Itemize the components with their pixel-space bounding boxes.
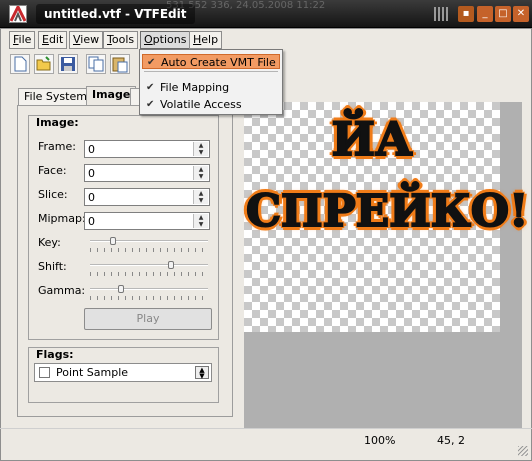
shift-slider-ticks	[90, 272, 208, 276]
spin-arrows-icon[interactable]: ▲ ▼	[193, 142, 208, 156]
title-grip-icon	[434, 7, 454, 21]
shift-slider[interactable]	[90, 264, 208, 266]
shift-label: Shift:	[38, 260, 67, 273]
gamma-label: Gamma:	[38, 284, 86, 297]
spin-arrows-icon[interactable]: ▲ ▼	[193, 166, 208, 180]
key-slider-ticks	[90, 248, 208, 252]
menu-item-volatile-access[interactable]: ✔ Volatile Access	[142, 97, 280, 112]
paste-icon[interactable]	[110, 54, 130, 74]
close-button[interactable]: ✕	[513, 6, 529, 22]
minimize-button[interactable]: _	[477, 6, 493, 22]
menu-view[interactable]: View	[69, 31, 104, 49]
tab-file-system[interactable]: File System	[18, 88, 93, 106]
spin-arrows-icon[interactable]: ▲ ▼	[193, 190, 208, 204]
slice-spinbox[interactable]: 0 ▲ ▼	[84, 188, 210, 206]
options-dropdown: ✔ Auto Create VMT File ✔ File Mapping ✔ Vol…	[139, 49, 283, 115]
gamma-slider[interactable]	[90, 288, 208, 290]
preview-text-line2: СПРЕЙКО!	[245, 185, 529, 238]
menu-tools[interactable]: Tools	[103, 31, 139, 49]
new-icon[interactable]	[10, 54, 30, 74]
gamma-slider-thumb[interactable]	[118, 285, 124, 293]
gamma-slider-ticks	[90, 296, 208, 300]
face-label: Face:	[38, 164, 67, 177]
open-icon[interactable]	[34, 54, 54, 74]
flags-selected-value: Point Sample	[56, 366, 129, 379]
flags-select[interactable]: Point Sample ▲ ▼	[34, 363, 212, 382]
check-icon: ✔	[146, 82, 155, 93]
restore-icon[interactable]: ▪	[458, 6, 474, 22]
menu-separator	[144, 71, 278, 72]
key-slider[interactable]	[90, 240, 208, 242]
tab-image[interactable]: Image	[86, 86, 137, 107]
shift-slider-thumb[interactable]	[168, 261, 174, 269]
key-slider-thumb[interactable]	[110, 237, 116, 245]
key-label: Key:	[38, 236, 61, 249]
window-title: untitled.vtf - VTFEdit	[36, 4, 195, 24]
resize-grip-icon[interactable]	[518, 446, 528, 456]
maximize-button[interactable]: □	[495, 6, 511, 22]
face-spinbox[interactable]: 0 ▲ ▼	[84, 164, 210, 182]
app-icon[interactable]	[9, 3, 27, 23]
menu-help[interactable]: Help	[189, 31, 223, 49]
status-coords: 45, 2	[437, 434, 465, 447]
menu-options[interactable]: Options	[140, 31, 191, 49]
mipmap-spinbox[interactable]: 0 ▲ ▼	[84, 212, 210, 230]
frame-label: Frame:	[38, 140, 76, 153]
menu-item-auto-create-vmt[interactable]: ✔ Auto Create VMT File	[142, 54, 280, 69]
save-icon[interactable]	[58, 54, 78, 74]
point-sample-checkbox[interactable]	[39, 367, 50, 378]
menu-item-file-mapping[interactable]: ✔ File Mapping	[142, 80, 280, 95]
menu-file[interactable]: File	[9, 31, 36, 49]
flags-group-title: Flags:	[34, 348, 76, 361]
mipmap-label: Mipmap:	[38, 212, 86, 225]
play-button[interactable]: Play	[84, 308, 212, 330]
slice-label: Slice:	[38, 188, 68, 201]
preview-text-line1: ЙА	[331, 111, 414, 167]
frame-spinbox[interactable]: 0 ▲ ▼	[84, 140, 210, 158]
flags-spin-icon[interactable]: ▲ ▼	[195, 366, 209, 380]
spin-arrows-icon[interactable]: ▲ ▼	[193, 214, 208, 228]
check-icon: ✔	[147, 57, 156, 68]
copy-icon[interactable]	[86, 54, 106, 74]
check-icon: ✔	[146, 99, 155, 110]
menu-edit[interactable]: Edit	[38, 31, 68, 49]
status-zoom: 100%	[364, 434, 396, 447]
image-group-title: Image:	[34, 116, 81, 129]
